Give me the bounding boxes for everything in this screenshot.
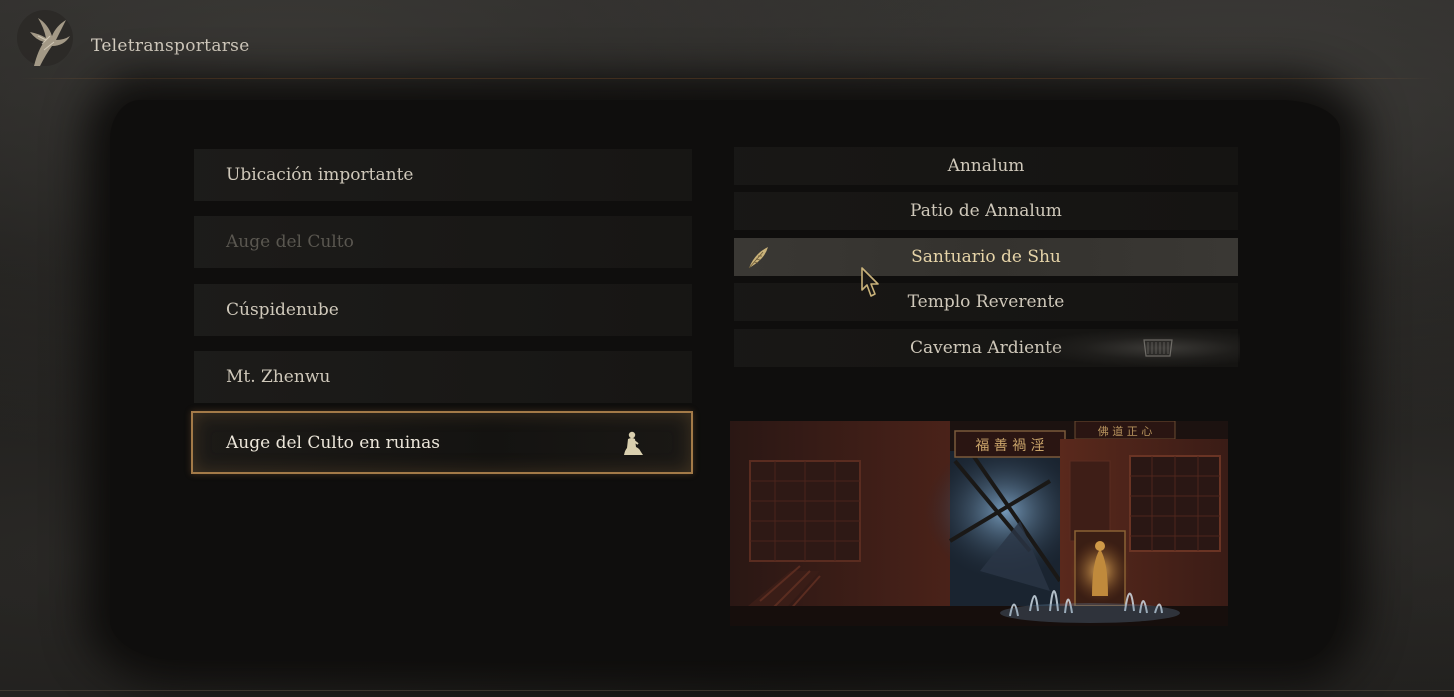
location-item-templo-reverente[interactable]: Templo Reverente [734,283,1238,321]
location-label: Patio de Annalum [910,201,1062,221]
region-item-auge-del-culto[interactable]: Auge del Culto [194,216,692,268]
header-divider [20,78,1434,79]
panel-edge [1230,120,1340,640]
region-label: Cúspidenube [226,300,339,320]
shrine-scene-illustration: 福 善 禍 淫 佛 道 正 心 [730,421,1228,626]
bottom-divider [0,690,1454,691]
location-item-santuario-de-shu[interactable]: Santuario de Shu [734,238,1238,276]
region-label: Auge del Culto en ruinas [226,432,440,453]
location-label: Templo Reverente [907,292,1065,312]
region-item-auge-del-culto-en-ruinas[interactable]: Auge del Culto en ruinas [191,411,693,474]
signboard-text-2: 佛 道 正 心 [1098,424,1153,438]
mouse-cursor-icon [861,267,879,297]
location-item-caverna-ardiente[interactable]: Caverna Ardiente [734,329,1238,367]
page-title: Teletransportarse [91,36,250,56]
region-item-ubicacion-importante[interactable]: Ubicación importante [194,149,692,201]
header-bar: Teletransportarse [0,0,1454,80]
praying-statue-icon [624,431,643,455]
region-label: Mt. Zhenwu [226,367,331,387]
phoenix-feather-emblem-icon [17,10,73,66]
location-preview-image: 福 善 禍 淫 佛 道 正 心 [730,421,1228,626]
region-item-cuspidenube[interactable]: Cúspidenube [194,284,692,336]
location-label: Santuario de Shu [911,247,1061,267]
location-label: Annalum [947,156,1025,176]
region-label: Ubicación importante [226,165,414,185]
location-item-patio-de-annalum[interactable]: Patio de Annalum [734,192,1238,230]
location-item-annalum[interactable]: Annalum [734,147,1238,185]
teleport-screen: Teletransportarse Ubicación importante A… [0,0,1454,697]
signboard-text-1: 福 善 禍 淫 [975,438,1044,454]
location-label: Caverna Ardiente [909,338,1063,358]
region-item-mt-zhenwu[interactable]: Mt. Zhenwu [194,351,692,403]
region-label: Auge del Culto [226,232,354,252]
